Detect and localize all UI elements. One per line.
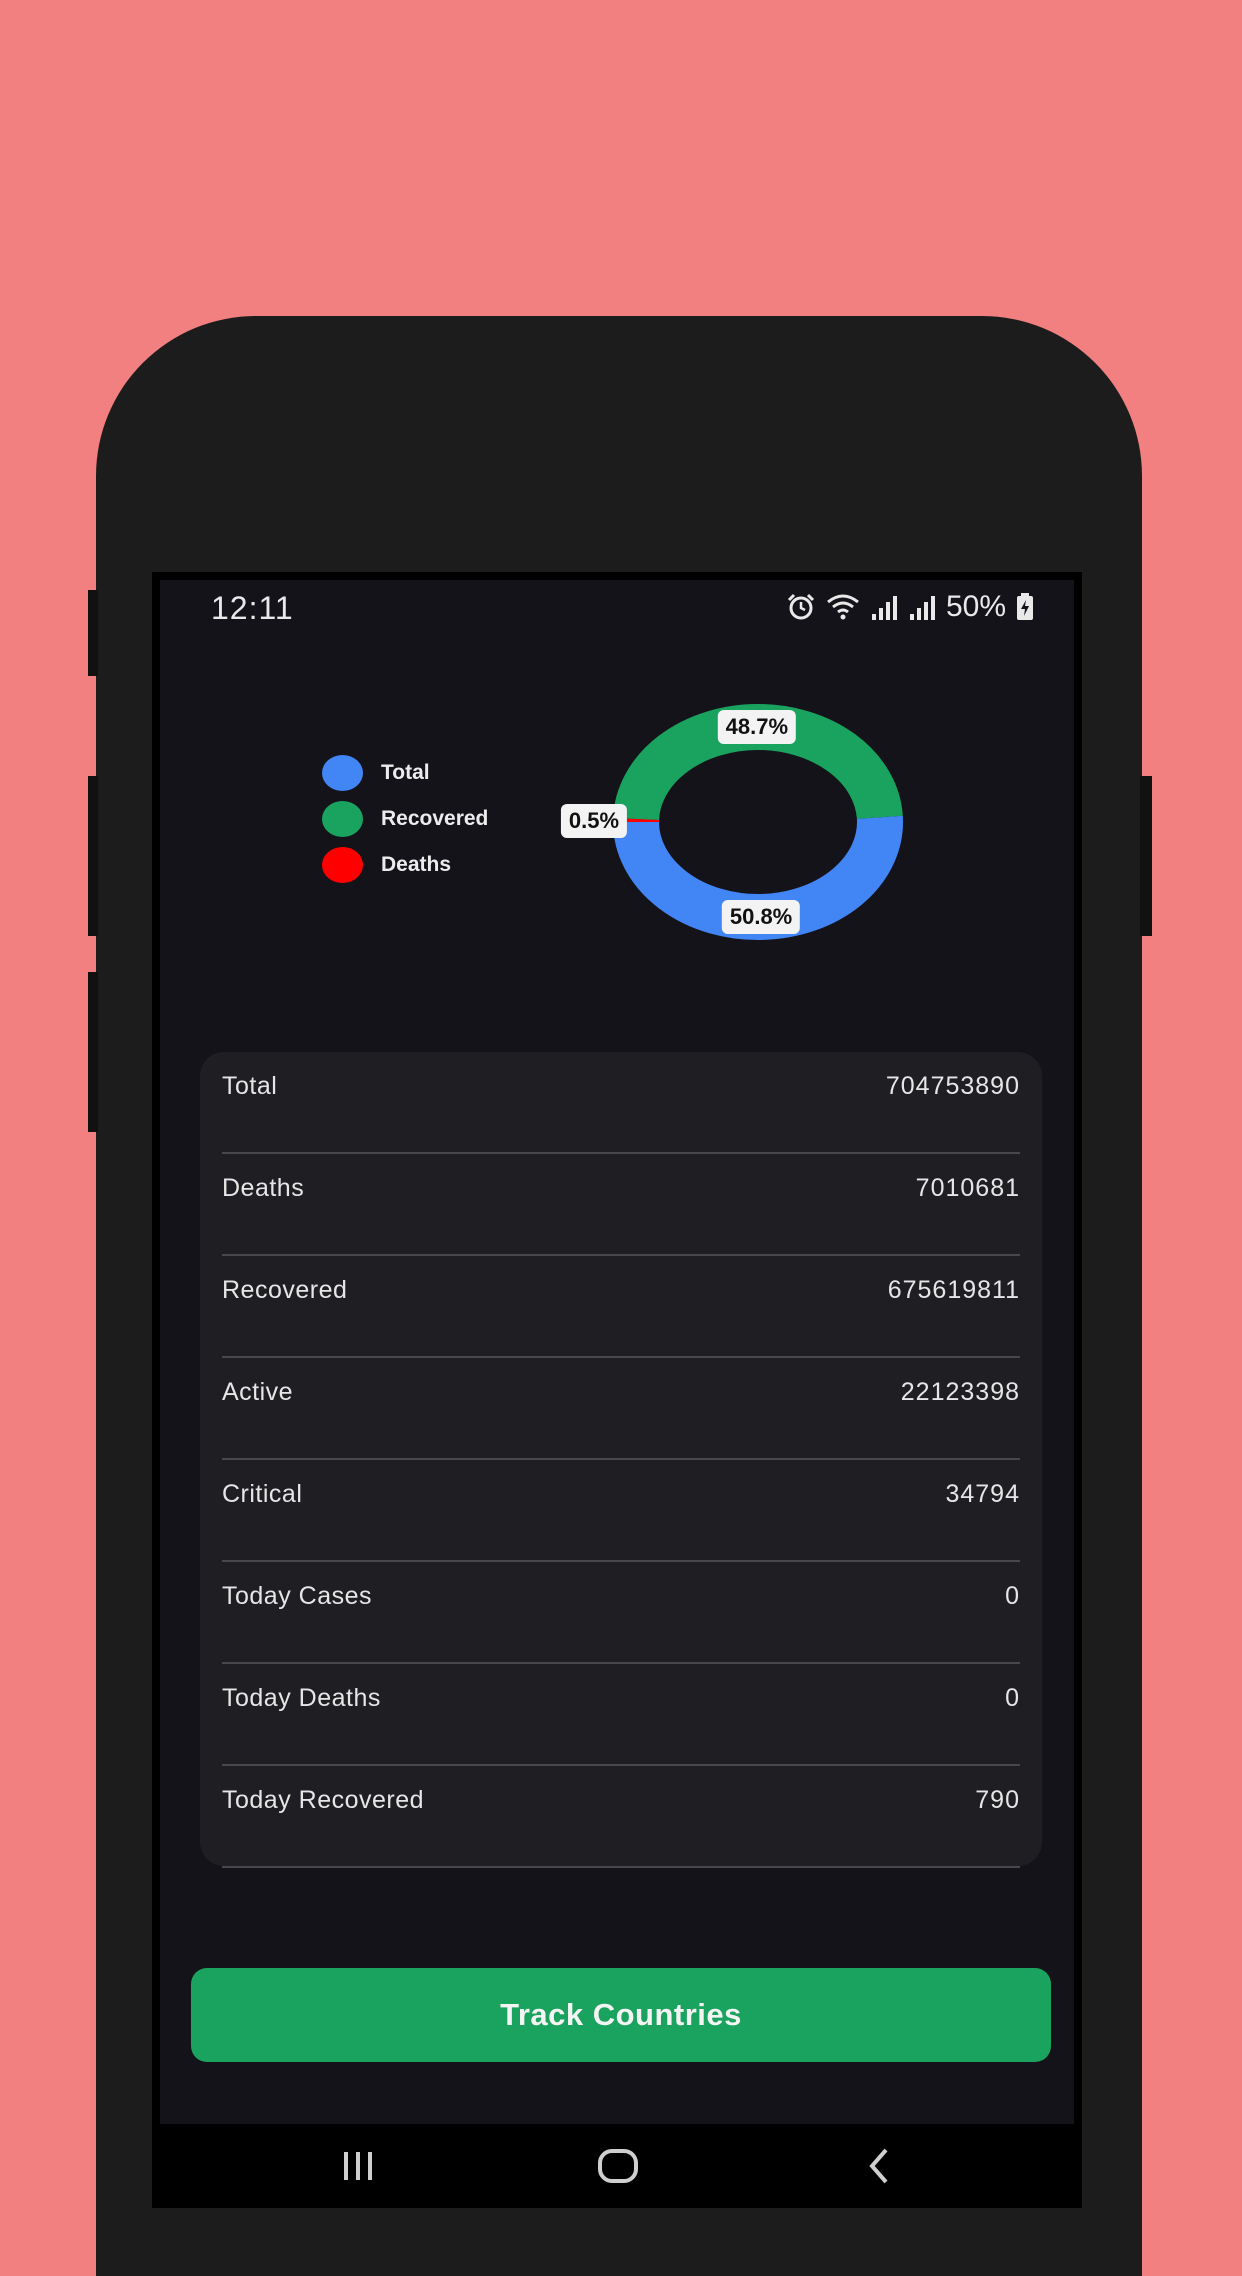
slice-label-deaths: 0.5% xyxy=(561,804,627,838)
legend-label: Deaths xyxy=(381,853,451,877)
stats-card: Total 704753890 Deaths 7010681 Recovered… xyxy=(200,1052,1042,1866)
stat-value: 34794 xyxy=(945,1480,1020,1509)
stat-value: 704753890 xyxy=(886,1072,1020,1101)
stat-row-recovered: Recovered 675619811 xyxy=(222,1256,1020,1358)
phone-volume-button xyxy=(88,776,98,936)
legend-label: Recovered xyxy=(381,807,488,831)
alarm-icon xyxy=(786,592,816,622)
status-bar: 12:11 xyxy=(160,580,1074,630)
app-screen: 12:11 xyxy=(160,580,1074,2124)
stat-label: Critical xyxy=(222,1480,302,1509)
stat-value: 675619811 xyxy=(888,1276,1020,1305)
stat-row-today-cases: Today Cases 0 xyxy=(222,1562,1020,1664)
legend-swatch xyxy=(322,847,363,883)
home-icon[interactable] xyxy=(596,2146,640,2186)
stat-row-active: Active 22123398 xyxy=(222,1358,1020,1460)
phone-side-button xyxy=(88,972,98,1132)
stat-value: 0 xyxy=(1005,1684,1020,1713)
legend-item-deaths: Deaths xyxy=(322,842,488,888)
stat-label: Deaths xyxy=(222,1174,304,1203)
stat-value: 22123398 xyxy=(901,1378,1020,1407)
legend-swatch xyxy=(322,755,363,791)
recent-apps-icon[interactable] xyxy=(338,2146,378,2186)
stat-value: 790 xyxy=(975,1786,1020,1815)
status-time: 12:11 xyxy=(211,590,294,627)
back-icon[interactable] xyxy=(860,2146,900,2186)
stat-row-total: Total 704753890 xyxy=(222,1052,1020,1154)
stat-label: Today Cases xyxy=(222,1582,372,1611)
stat-label: Today Deaths xyxy=(222,1684,381,1713)
stat-label: Today Recovered xyxy=(222,1786,424,1815)
phone-power-button xyxy=(1140,776,1152,936)
stat-value: 0 xyxy=(1005,1582,1020,1611)
wifi-icon xyxy=(826,592,860,622)
battery-charging-icon xyxy=(1016,593,1034,621)
stat-label: Recovered xyxy=(222,1276,347,1305)
legend-swatch xyxy=(322,801,363,837)
slice-label-recovered: 48.7% xyxy=(718,710,796,744)
legend-item-recovered: Recovered xyxy=(322,796,488,842)
stat-row-deaths: Deaths 7010681 xyxy=(222,1154,1020,1256)
phone-volume-button xyxy=(88,590,98,676)
stat-row-today-recovered: Today Recovered 790 xyxy=(222,1766,1020,1868)
navigation-bar xyxy=(160,2124,1074,2208)
track-countries-button[interactable]: Track Countries xyxy=(191,1968,1051,2062)
battery-percent: 50% xyxy=(946,590,1006,624)
signal-icon xyxy=(870,592,898,622)
slice-label-total: 50.8% xyxy=(722,900,800,934)
signal-icon xyxy=(908,592,936,622)
chart-legend: Total Recovered Deaths xyxy=(322,750,488,888)
stat-row-critical: Critical 34794 xyxy=(222,1460,1020,1562)
legend-label: Total xyxy=(381,761,430,785)
stat-value: 7010681 xyxy=(916,1174,1020,1203)
legend-item-total: Total xyxy=(322,750,488,796)
stat-label: Active xyxy=(222,1378,293,1407)
status-icons: 50% xyxy=(786,590,1034,624)
stat-row-today-deaths: Today Deaths 0 xyxy=(222,1664,1020,1766)
stat-label: Total xyxy=(222,1072,277,1101)
